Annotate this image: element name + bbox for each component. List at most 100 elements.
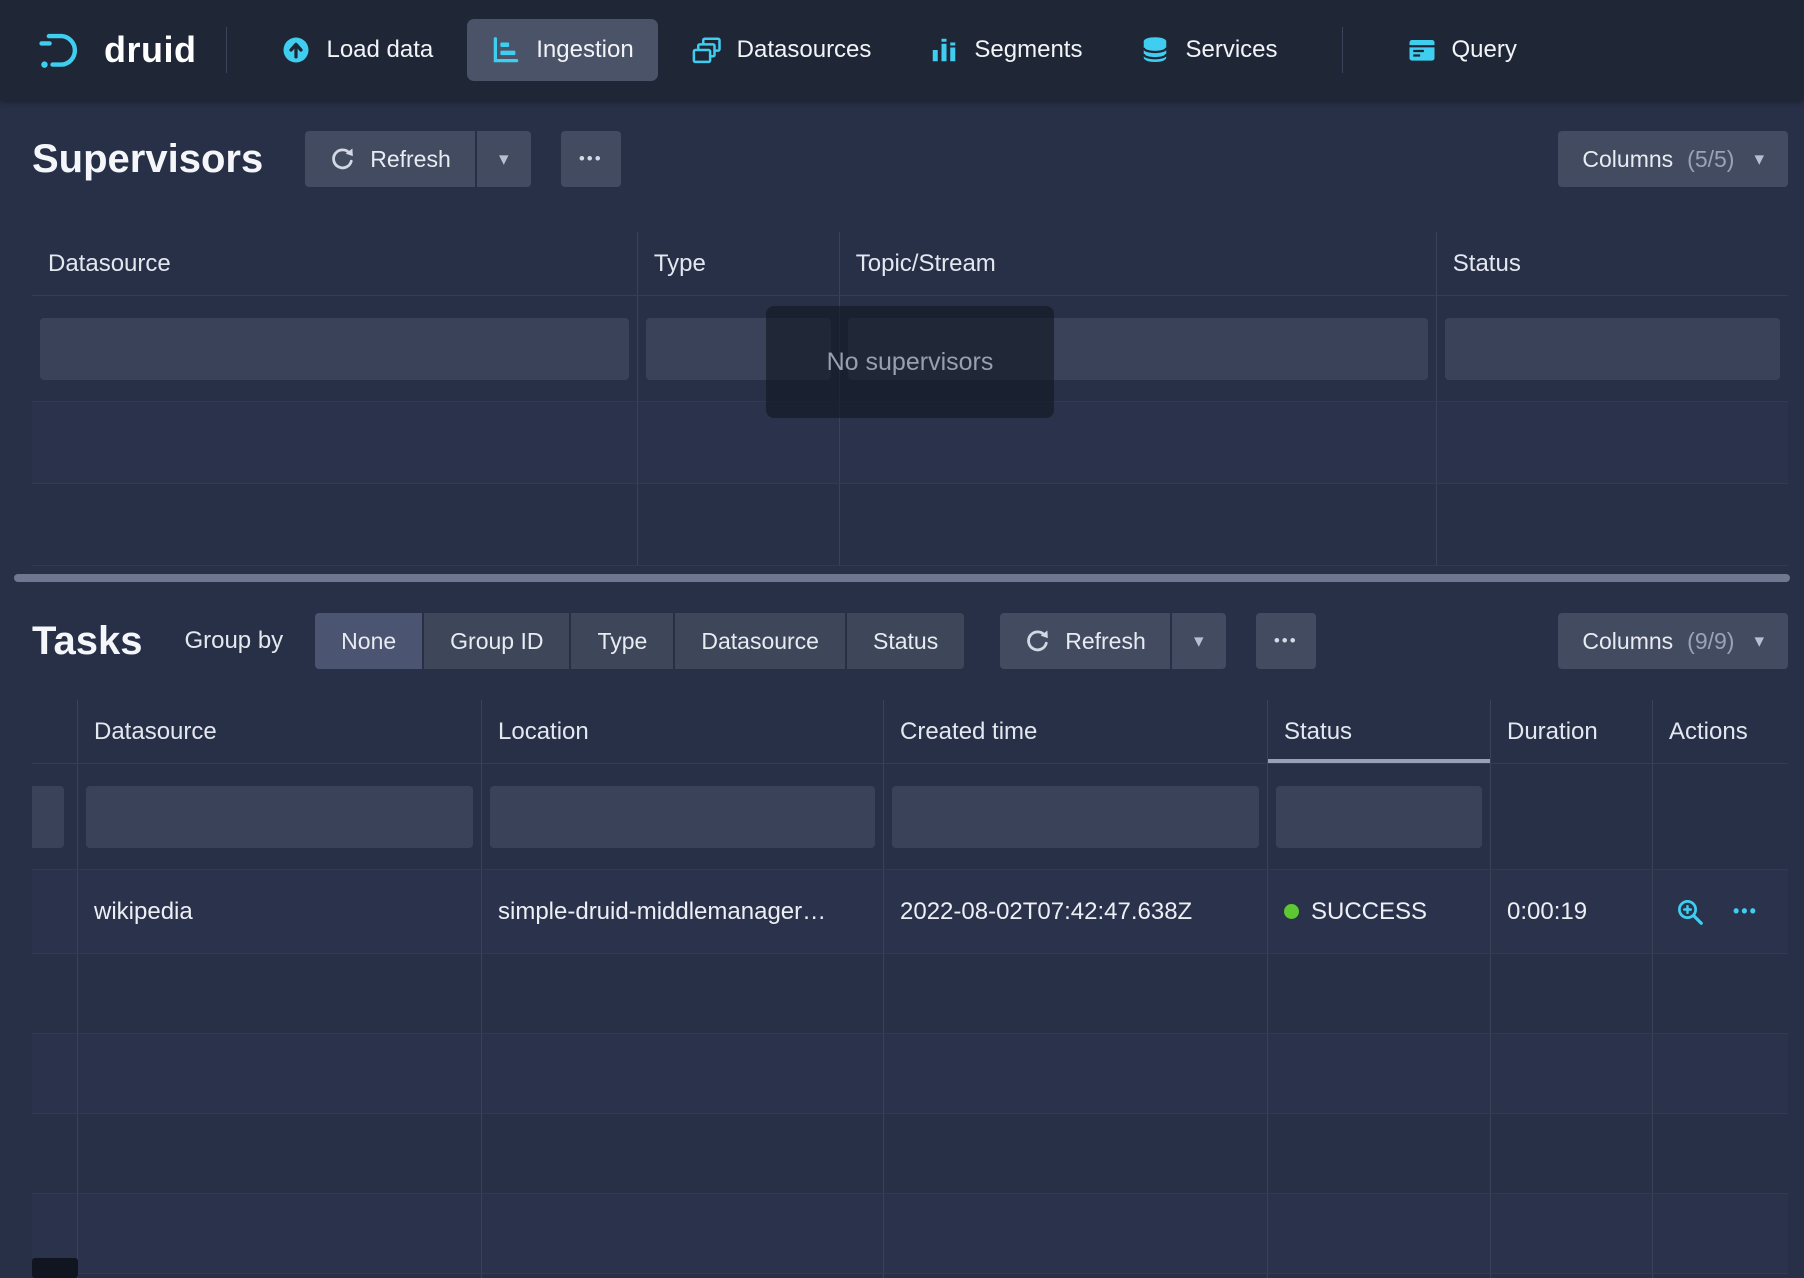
empty-cell (1653, 954, 1788, 1033)
empty-cell (32, 484, 638, 565)
column-header-type[interactable]: Type (638, 232, 840, 295)
tasks-header: Tasks Group by None Group ID Type Dataso… (0, 608, 1804, 674)
empty-cell (482, 954, 884, 1033)
empty-cell (1437, 402, 1788, 483)
supervisors-columns-button[interactable]: Columns (5/5) ▾ (1558, 131, 1788, 187)
segments-icon (929, 35, 959, 65)
empty-cell (1491, 1114, 1653, 1193)
table-row (32, 1274, 1788, 1278)
nav-label: Segments (974, 36, 1082, 64)
empty-cell (32, 1114, 78, 1193)
empty-cell (884, 954, 1268, 1033)
supervisors-more-button[interactable]: ••• (561, 131, 621, 187)
tasks-refresh-group: Refresh ▾ (1000, 613, 1226, 669)
task-status: SUCCESS (1268, 870, 1491, 953)
navbar: druid Load data Ingestion (0, 0, 1804, 100)
datasource-filter-input[interactable] (86, 786, 473, 848)
group-by-status-button[interactable]: Status (847, 613, 964, 669)
empty-cell (32, 1034, 78, 1113)
status-filter-input[interactable] (1276, 786, 1482, 848)
empty-cell (78, 1274, 482, 1278)
empty-cell (482, 1034, 884, 1113)
chevron-down-icon: ▾ (499, 150, 509, 169)
query-icon (1407, 35, 1437, 65)
nav-datasources[interactable]: Datasources (668, 19, 896, 81)
column-header-created-time[interactable]: Created time (884, 700, 1268, 763)
empty-cell (1491, 954, 1653, 1033)
group-by-type-button[interactable]: Type (571, 613, 673, 669)
tasks-columns-button[interactable]: Columns (9/9) ▾ (1558, 613, 1788, 669)
empty-cell (78, 1114, 482, 1193)
more-icon: ••• (1274, 631, 1298, 651)
filter-cell (32, 764, 78, 869)
clipped-filter-input[interactable] (32, 786, 64, 848)
group-by-datasource-button[interactable]: Datasource (675, 613, 845, 669)
empty-cell (884, 1114, 1268, 1193)
columns-count: (5/5) (1687, 146, 1734, 173)
section-splitter[interactable] (14, 574, 1790, 582)
column-header-actions[interactable]: Actions (1653, 700, 1788, 763)
column-header-status[interactable]: Status (1437, 232, 1788, 295)
datasources-icon (692, 35, 722, 65)
sort-indicator (1268, 759, 1490, 763)
nav-label: Datasources (737, 36, 872, 64)
nav-label: Query (1452, 36, 1517, 64)
table-row (32, 1194, 1788, 1274)
supervisors-refresh-button[interactable]: Refresh (305, 131, 475, 187)
tasks-filter-row (32, 764, 1788, 870)
nav-services[interactable]: Services (1116, 19, 1301, 81)
empty-cell (1491, 764, 1653, 869)
empty-cell (1491, 1194, 1653, 1273)
tasks-more-button[interactable]: ••• (1256, 613, 1316, 669)
empty-cell (884, 1274, 1268, 1278)
empty-cell (1268, 1114, 1491, 1193)
empty-message-text: No supervisors (827, 348, 994, 377)
column-header-duration[interactable]: Duration (1491, 700, 1653, 763)
column-header-location[interactable]: Location (482, 700, 884, 763)
datasource-filter-input[interactable] (40, 318, 629, 380)
supervisors-refresh-caret-button[interactable]: ▾ (477, 131, 531, 187)
column-header-status[interactable]: Status (1268, 700, 1491, 763)
created-time-filter-input[interactable] (892, 786, 1259, 848)
nav-label: Load data (326, 36, 433, 64)
columns-label: Columns (1582, 146, 1673, 173)
more-icon: ••• (579, 149, 603, 169)
status-filter-input[interactable] (1445, 318, 1780, 380)
column-header-status-label: Status (1284, 718, 1352, 746)
tasks-refresh-button[interactable]: Refresh (1000, 613, 1170, 669)
filter-cell (32, 296, 638, 401)
nav-ingestion[interactable]: Ingestion (467, 19, 657, 81)
group-by-group-id-button[interactable]: Group ID (424, 613, 569, 669)
supervisors-header-row: Datasource Type Topic/Stream Status (32, 232, 1788, 296)
empty-cell (638, 484, 840, 565)
tasks-refresh-caret-button[interactable]: ▾ (1172, 613, 1226, 669)
nav-label: Ingestion (536, 36, 633, 64)
column-header-topic-stream[interactable]: Topic/Stream (840, 232, 1437, 295)
task-created-time: 2022-08-02T07:42:47.638Z (884, 870, 1268, 953)
table-row (32, 484, 1788, 566)
columns-label: Columns (1582, 628, 1673, 655)
table-row (32, 1034, 1788, 1114)
task-actions-menu-button[interactable]: ••• (1733, 901, 1758, 922)
column-header-datasource[interactable]: Datasource (78, 700, 482, 763)
refresh-label: Refresh (1065, 628, 1146, 655)
nav-query[interactable]: Query (1383, 19, 1541, 81)
task-row-wikipedia[interactable]: wikipedia simple-druid-middlemanager… 20… (32, 870, 1788, 954)
nav-segments[interactable]: Segments (905, 19, 1106, 81)
nav-load-data[interactable]: Load data (257, 19, 457, 81)
column-header-datasource[interactable]: Datasource (32, 232, 638, 295)
services-icon (1140, 35, 1170, 65)
tasks-title: Tasks (32, 619, 142, 664)
empty-cell (482, 1194, 884, 1273)
location-filter-input[interactable] (490, 786, 875, 848)
brand[interactable]: druid (36, 29, 196, 71)
supervisors-table: Datasource Type Topic/Stream Status No s… (32, 232, 1788, 566)
empty-cell (840, 484, 1437, 565)
horizontal-scrollbar-thumb[interactable] (32, 1258, 78, 1278)
navbar-divider (1342, 27, 1343, 73)
chevron-down-icon: ▾ (1754, 632, 1764, 651)
task-detail-button[interactable] (1675, 897, 1705, 927)
empty-cell (1268, 1274, 1491, 1278)
group-by-none-button[interactable]: None (315, 613, 422, 669)
supervisors-title: Supervisors (32, 137, 263, 182)
